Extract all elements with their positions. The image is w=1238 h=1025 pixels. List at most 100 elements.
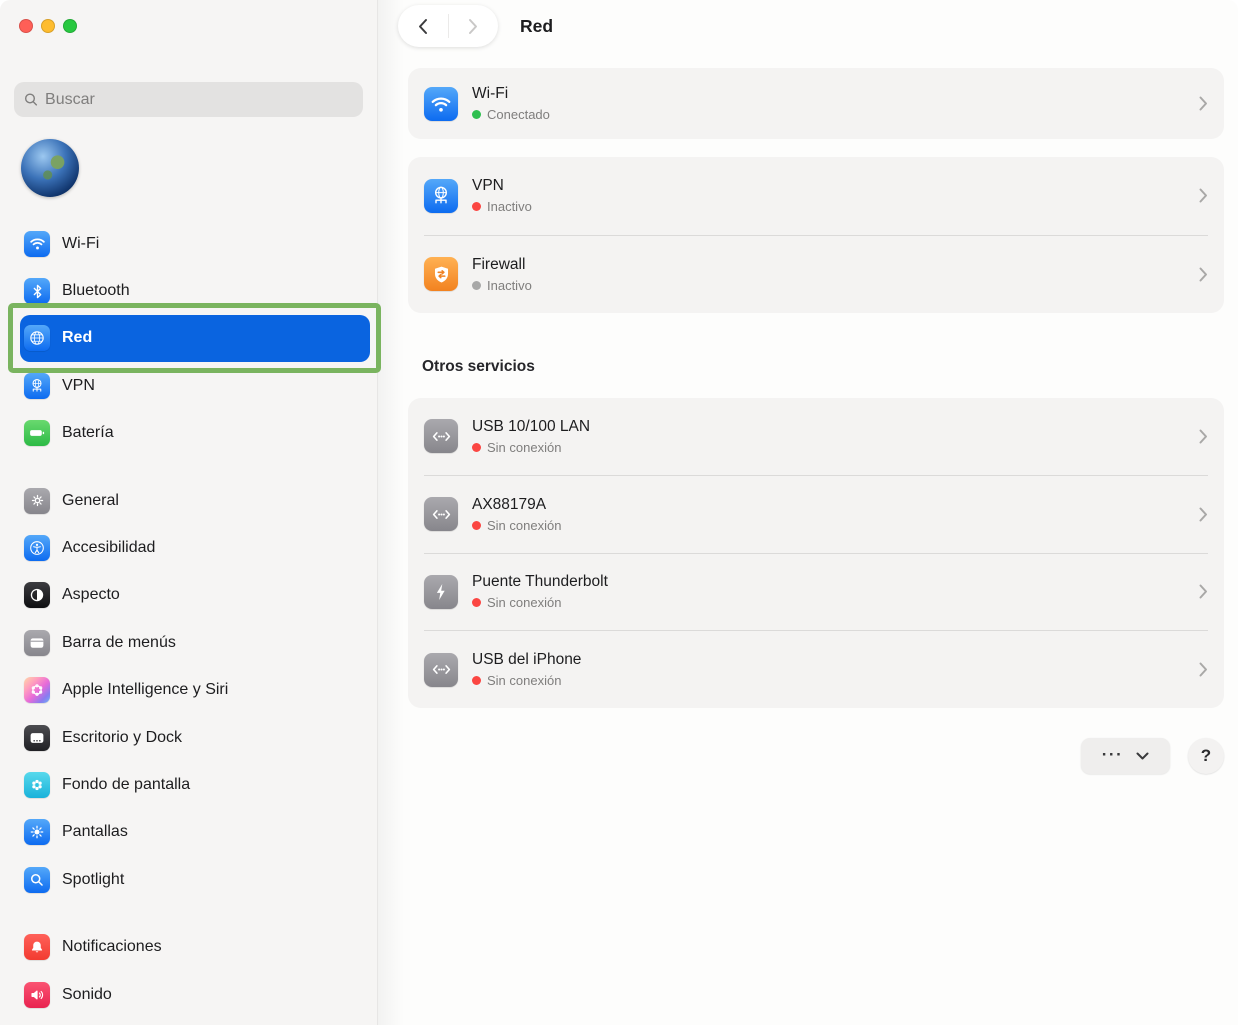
wifi-icon [24,231,50,257]
sidebar-item-label: Batería [62,424,114,442]
back-button[interactable] [398,5,448,47]
search-input[interactable] [45,91,353,109]
sidebar-item-vpn[interactable]: VPN [20,362,370,409]
section-title: Otros servicios [422,358,535,376]
ax88179a-row[interactable]: AX88179A Sin conexión [408,476,1224,553]
sidebar-item-notificaciones[interactable]: Notificaciones [20,923,370,970]
accessibility-icon [24,535,50,561]
main-content: Wi-Fi Conectado VPN Inactivo [408,0,1224,1025]
vpn-firewall-card: VPN Inactivo Firewall Inactivo [408,157,1224,313]
chevron-down-icon [1136,752,1149,761]
avatar[interactable] [21,139,79,197]
chevron-right-icon [1199,96,1208,111]
close-button[interactable] [19,19,33,33]
sidebar-item-label: Escritorio y Dock [62,729,182,747]
forward-button[interactable] [449,5,499,47]
apple-intelligence-icon [24,677,50,703]
status-dot [472,598,481,607]
sidebar: Wi-Fi Bluetooth Red VPN Batería [0,0,378,1025]
sidebar-item-fondo-de-pantalla[interactable]: Fondo de pantalla [20,761,370,808]
firewall-row[interactable]: Firewall Inactivo [408,236,1224,314]
sidebar-item-bluetooth[interactable]: Bluetooth [20,267,370,314]
status-dot [472,110,481,119]
help-button[interactable]: ? [1188,738,1224,774]
globe-icon [24,325,50,351]
chevron-right-icon [1199,188,1208,203]
thunderbolt-bridge-row[interactable]: Puente Thunderbolt Sin conexión [408,554,1224,631]
sidebar-item-label: Spotlight [62,871,124,889]
row-title: Firewall [472,256,1185,274]
vpn-row[interactable]: VPN Inactivo [408,157,1224,235]
thunderbolt-icon [424,575,458,609]
status-text: Sin conexión [487,673,561,688]
chevron-right-icon [1199,429,1208,444]
sound-speaker-icon [24,982,50,1008]
status-text: Sin conexión [487,595,561,610]
more-options-button[interactable]: ··· [1081,738,1170,774]
main-pane: Red Wi-Fi Conectado VPN [378,0,1238,1025]
chevron-right-icon [1199,507,1208,522]
sidebar-item-barra-de-menus[interactable]: Barra de menús [20,619,370,666]
wallpaper-flower-icon [24,772,50,798]
ethernet-icon [424,419,458,453]
search-field[interactable] [14,82,363,117]
search-icon [24,92,38,107]
row-title: USB 10/100 LAN [472,418,1185,436]
firewall-shield-icon [424,257,458,291]
sidebar-item-general[interactable]: General [20,477,370,524]
row-title: VPN [472,177,1185,195]
sidebar-item-label: Apple Intelligence y Siri [62,681,228,699]
sidebar-item-label: Aspecto [62,586,120,604]
sidebar-item-pantallas[interactable]: Pantallas [20,809,370,856]
ethernet-icon [424,653,458,687]
menu-bar-icon [24,630,50,656]
sidebar-item-label: Pantallas [62,823,128,841]
sidebar-item-label: Barra de menús [62,634,176,652]
minimize-button[interactable] [41,19,55,33]
status-dot [472,521,481,530]
row-title: Puente Thunderbolt [472,573,1185,591]
gear-icon [24,488,50,514]
row-title: Wi-Fi [472,85,1185,103]
usb-lan-row[interactable]: USB 10/100 LAN Sin conexión [408,398,1224,475]
sidebar-item-label: General [62,492,119,510]
nav-group-divider [20,457,370,477]
wifi-icon [424,87,458,121]
sidebar-item-apple-intelligence-y-siri[interactable]: Apple Intelligence y Siri [20,667,370,714]
chevron-right-icon [1199,584,1208,599]
sidebar-item-sonido[interactable]: Sonido [20,971,370,1018]
sidebar-item-spotlight[interactable]: Spotlight [20,856,370,903]
status-text: Sin conexión [487,518,561,533]
sidebar-item-escritorio-y-dock[interactable]: Escritorio y Dock [20,714,370,761]
status-dot [472,676,481,685]
sidebar-item-bateria[interactable]: Batería [20,410,370,457]
sidebar-item-accesibilidad[interactable]: Accesibilidad [20,524,370,571]
ellipsis-icon: ··· [1102,746,1123,763]
sidebar-item-red[interactable]: Red [20,315,370,362]
battery-icon [24,420,50,446]
iphone-usb-row[interactable]: USB del iPhone Sin conexión [408,631,1224,708]
sidebar-item-label: VPN [62,377,95,395]
nav-back-forward [398,5,498,47]
traffic-lights [19,19,77,33]
appearance-contrast-icon [24,582,50,608]
sidebar-item-aspecto[interactable]: Aspecto [20,572,370,619]
footer-actions: ··· ? [1081,738,1224,774]
chevron-left-icon [417,18,429,35]
sidebar-item-label: Wi-Fi [62,235,99,253]
zoom-button[interactable] [63,19,77,33]
sidebar-item-label: Red [62,329,92,347]
sidebar-item-label: Accesibilidad [62,539,155,557]
wifi-row[interactable]: Wi-Fi Conectado [408,68,1224,139]
row-title: USB del iPhone [472,651,1185,669]
status-text: Inactivo [487,199,532,214]
bluetooth-icon [24,278,50,304]
chevron-right-icon [467,18,479,35]
help-label: ? [1201,746,1211,766]
vpn-network-globe-icon [424,179,458,213]
status-text: Inactivo [487,278,532,293]
nav-group-divider [20,903,370,923]
sidebar-item-wifi[interactable]: Wi-Fi [20,220,370,267]
wifi-card: Wi-Fi Conectado [408,68,1224,139]
system-settings-window: Wi-Fi Bluetooth Red VPN Batería [0,0,1238,1025]
